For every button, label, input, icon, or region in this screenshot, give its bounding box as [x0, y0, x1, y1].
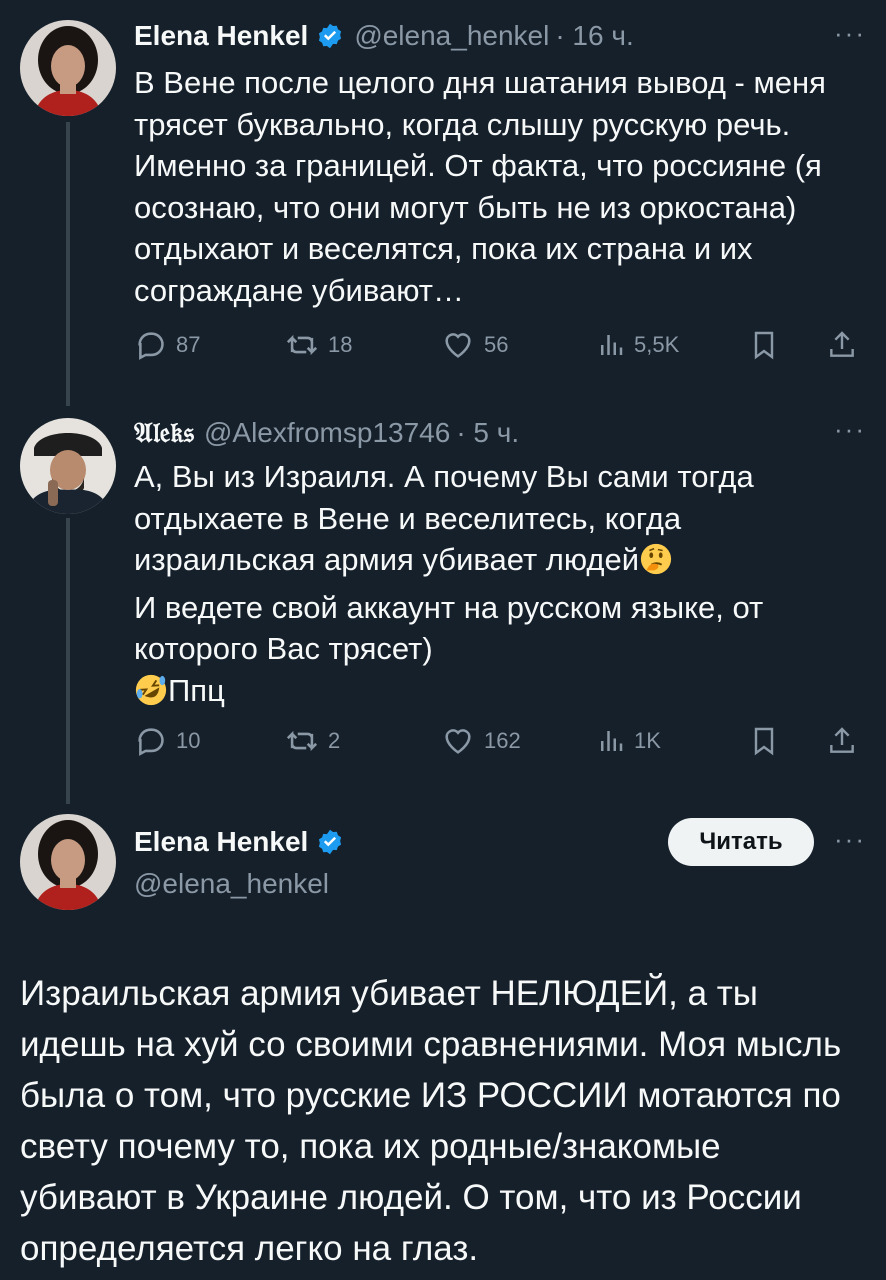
reply-button[interactable]: 87: [134, 328, 200, 362]
bookmark-button[interactable]: [748, 328, 780, 362]
repost-button[interactable]: 2: [284, 724, 340, 758]
repost-icon: [286, 730, 318, 752]
author-handle[interactable]: @elena_henkel: [354, 20, 549, 52]
tweet-time[interactable]: · 5 ч.: [456, 417, 519, 449]
views-button[interactable]: 5,5K: [596, 328, 679, 362]
bookmark-icon: [754, 727, 774, 756]
views-icon: [601, 731, 623, 751]
reply-icon: [138, 332, 164, 360]
views-count: 1K: [634, 728, 661, 753]
views-count: 5,5K: [634, 332, 680, 357]
reply-count: 87: [176, 332, 201, 357]
repost-count: 2: [328, 728, 341, 753]
verified-badge-icon: [316, 828, 344, 856]
like-count: 56: [484, 332, 509, 357]
like-button[interactable]: 162: [440, 724, 521, 758]
avatar-image: [20, 20, 116, 116]
reply-count: 10: [176, 728, 201, 753]
tweet-1[interactable]: Elena Henkel @elena_henkel · 16 ч. ··· В…: [0, 0, 886, 400]
rolling-laughing-icon: [134, 673, 168, 718]
tweet-text-line: И ведете свой аккаунт на русском языке, …: [134, 589, 764, 667]
bookmark-button[interactable]: [748, 724, 780, 758]
share-button[interactable]: [826, 724, 858, 758]
author-handle[interactable]: @elena_henkel: [134, 868, 329, 900]
reply-icon: [138, 728, 164, 756]
author-handle[interactable]: @Alexfromsp13746: [204, 417, 450, 449]
share-button[interactable]: [826, 328, 858, 362]
like-count: 162: [484, 728, 521, 753]
follow-button[interactable]: Читать: [668, 818, 814, 866]
bookmark-icon: [754, 331, 774, 360]
main-tweet-text: Израильская армия убивает НЕЛЮДЕЙ, а ты …: [20, 974, 842, 1268]
tweet-time[interactable]: · 16 ч.: [555, 20, 633, 52]
reply-button[interactable]: 10: [134, 724, 200, 758]
tweet-header: 𝔄𝔩𝔢𝔨𝔰 @Alexfromsp13746 · 5 ч.: [134, 416, 519, 450]
share-icon: [830, 331, 854, 357]
repost-button[interactable]: 18: [284, 328, 352, 362]
heart-icon: [445, 333, 471, 358]
tweet-actions: 87 18 56 5,5K: [134, 328, 864, 368]
avatar[interactable]: [20, 814, 116, 910]
share-icon: [830, 727, 854, 753]
heart-icon: [445, 729, 471, 754]
tweet-header: Elena Henkel @elena_henkel · 16 ч.: [134, 20, 634, 52]
thinking-face-icon: [639, 542, 673, 587]
repost-icon: [286, 334, 318, 356]
main-tweet-header: Elena Henkel: [134, 826, 354, 858]
more-options-icon[interactable]: ···: [834, 414, 866, 445]
avatar-image: [20, 814, 116, 910]
more-options-icon[interactable]: ···: [834, 18, 866, 49]
main-tweet-handle-row: @elena_henkel: [134, 868, 329, 900]
verified-badge-icon: [316, 22, 344, 50]
avatar-image: [20, 418, 116, 514]
tweet-text: В Вене после целого дня шатания вывод - …: [134, 65, 826, 308]
author-name[interactable]: Elena Henkel: [134, 20, 308, 52]
tweet-text: А, Вы из Израиля. А почему Вы сами тогда…: [134, 456, 854, 718]
tweet-2[interactable]: 𝔄𝔩𝔢𝔨𝔰 @Alexfromsp13746 · 5 ч. ··· А, Вы …: [0, 400, 886, 800]
repost-count: 18: [328, 332, 353, 357]
avatar[interactable]: [20, 418, 116, 514]
more-options-icon[interactable]: ···: [834, 824, 866, 855]
views-icon: [601, 335, 623, 355]
tweet-text-line: Ппц: [168, 672, 225, 708]
author-name[interactable]: 𝔄𝔩𝔢𝔨𝔰: [134, 416, 194, 450]
tweet-actions: 10 2 162 1K: [134, 724, 864, 764]
views-button[interactable]: 1K: [596, 724, 661, 758]
author-name[interactable]: Elena Henkel: [134, 826, 308, 858]
avatar[interactable]: [20, 20, 116, 116]
like-button[interactable]: 56: [440, 328, 508, 362]
